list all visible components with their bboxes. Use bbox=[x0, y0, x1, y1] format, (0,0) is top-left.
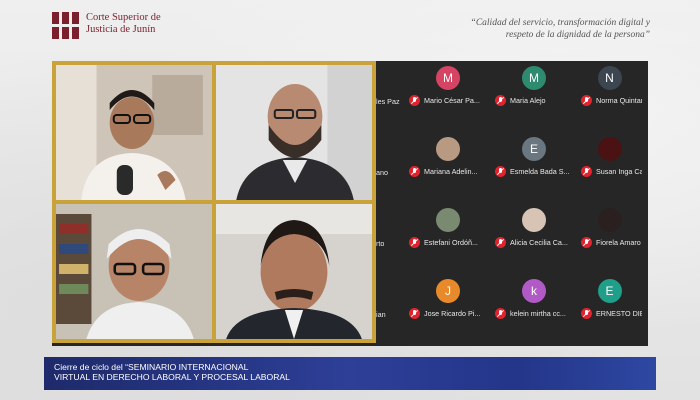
event-banner: Cierre de ciclo del “SEMINARIO INTERNACI… bbox=[44, 357, 656, 390]
participant-tile[interactable]: les Paz bbox=[376, 61, 405, 132]
participant-name: Mariana Adelin... bbox=[424, 167, 478, 176]
participant-tile[interactable]: M Mario César Pa... bbox=[405, 61, 491, 132]
muted-mic-icon bbox=[581, 166, 592, 177]
participant-tile[interactable]: Susan Inga Ca... bbox=[577, 132, 642, 203]
participant-avatar: M bbox=[522, 66, 546, 90]
video-tile-speaker-3[interactable] bbox=[56, 204, 212, 339]
participant-name-row: Susan Inga Ca... bbox=[581, 166, 642, 177]
participant-avatar: M bbox=[436, 66, 460, 90]
participant-name: les Paz bbox=[376, 97, 400, 106]
muted-mic-icon bbox=[495, 166, 506, 177]
muted-mic-icon bbox=[581, 308, 592, 319]
participant-name-row: Maria Alejo bbox=[495, 95, 577, 106]
participant-name-row: Norma Quintan bbox=[581, 95, 642, 106]
participant-name: Norma Quintan bbox=[596, 96, 642, 105]
participant-tile[interactable]: Estefani Ordóñ... bbox=[405, 203, 491, 274]
participant-photo bbox=[597, 137, 622, 161]
court-name-line1: Corte Superior de bbox=[86, 12, 161, 23]
participant-name: Fiorela Amaro bbox=[596, 238, 641, 247]
participant-tile[interactable]: Fiorela Amaro bbox=[577, 203, 642, 274]
participant-tile[interactable]: J Jose Ricardo Pi... bbox=[405, 274, 491, 345]
court-emblem-icon bbox=[52, 12, 80, 40]
participant-name-row: ERNESTO DIES bbox=[581, 308, 642, 319]
participant-name: Alicia Cecilia Ca... bbox=[510, 238, 568, 247]
muted-mic-icon bbox=[581, 237, 592, 248]
participant-name: Susan Inga Ca... bbox=[596, 167, 642, 176]
participant-tile[interactable]: k kelein mirtha cc... bbox=[491, 274, 577, 345]
video-tile-speaker-4[interactable] bbox=[216, 204, 372, 339]
participant-avatar: J bbox=[436, 279, 460, 303]
muted-mic-icon bbox=[495, 237, 506, 248]
participant-avatar: k bbox=[522, 279, 546, 303]
participant-tile[interactable]: ian bbox=[376, 274, 405, 345]
participant-name: kelein mirtha cc... bbox=[510, 309, 566, 318]
participant-name-row: Mario César Pa... bbox=[409, 95, 491, 106]
participant-name: Esmelda Bada S... bbox=[510, 167, 570, 176]
participant-gallery: les Paz M Mario César Pa... M Maria Alejo N No… bbox=[376, 61, 642, 346]
participant-name-row: kelein mirtha cc... bbox=[495, 308, 577, 319]
participant-name-row: ano bbox=[376, 168, 405, 177]
video-tile-speaker-1[interactable] bbox=[56, 65, 212, 200]
participant-tile[interactable]: M Maria Alejo bbox=[491, 61, 577, 132]
muted-mic-icon bbox=[409, 237, 420, 248]
muted-mic-icon bbox=[495, 308, 506, 319]
participant-name: Estefani Ordóñ... bbox=[424, 238, 478, 247]
participant-avatar: E bbox=[597, 279, 622, 303]
participant-tile[interactable]: N Norma Quintan bbox=[577, 61, 642, 132]
muted-mic-icon bbox=[495, 95, 506, 106]
participant-tile[interactable]: Mariana Adelin... bbox=[405, 132, 491, 203]
speaker-4-video bbox=[216, 204, 372, 339]
participant-name-row: les Paz bbox=[376, 97, 405, 106]
participant-avatar: N bbox=[597, 66, 622, 90]
participant-avatar: E bbox=[522, 137, 546, 161]
motto-line1: “Calidad del servicio, transformación di… bbox=[470, 18, 650, 28]
court-name: Corte Superior de Justicia de Junín bbox=[86, 12, 161, 36]
participant-name: ERNESTO DIES bbox=[596, 309, 642, 318]
motto-line2: respeto de la dignidad de la persona” bbox=[505, 30, 650, 40]
participant-photo bbox=[597, 208, 622, 232]
participant-photo bbox=[522, 208, 546, 232]
court-logo: Corte Superior de Justicia de Junín bbox=[52, 12, 161, 40]
participant-name: ano bbox=[376, 168, 388, 177]
muted-mic-icon bbox=[409, 95, 420, 106]
speaker-3-video bbox=[56, 204, 212, 339]
participant-name-row: ian bbox=[376, 310, 405, 319]
participant-tile[interactable]: Alicia Cecilia Ca... bbox=[491, 203, 577, 274]
participant-tile[interactable]: ano bbox=[376, 132, 405, 203]
muted-mic-icon bbox=[409, 308, 420, 319]
participant-tile[interactable]: E Esmelda Bada S... bbox=[491, 132, 577, 203]
participant-name-row: Mariana Adelin... bbox=[409, 166, 491, 177]
video-tile-speaker-2[interactable] bbox=[216, 65, 372, 200]
participant-name-row: Esmelda Bada S... bbox=[495, 166, 577, 177]
motto: “Calidad del servicio, transformación di… bbox=[450, 17, 650, 41]
participant-name-row: Estefani Ordóñ... bbox=[409, 237, 491, 248]
participant-name-row: rto bbox=[376, 239, 405, 248]
court-name-line2: Justicia de Junín bbox=[86, 24, 156, 35]
participant-name: Mario César Pa... bbox=[424, 96, 480, 105]
muted-mic-icon bbox=[581, 95, 592, 106]
speaker-1-video bbox=[56, 65, 212, 200]
participant-name-row: Alicia Cecilia Ca... bbox=[495, 237, 577, 248]
participant-photo bbox=[436, 208, 460, 232]
participant-name: Jose Ricardo Pi... bbox=[424, 309, 481, 318]
participant-tile[interactable]: E ERNESTO DIES bbox=[577, 274, 642, 345]
participant-name-row: Fiorela Amaro bbox=[581, 237, 642, 248]
banner-accent bbox=[516, 357, 656, 390]
participant-name-row: Jose Ricardo Pi... bbox=[409, 308, 491, 319]
participant-name: rto bbox=[376, 239, 385, 248]
muted-mic-icon bbox=[409, 166, 420, 177]
speaker-2-video bbox=[216, 65, 372, 200]
participant-name: Maria Alejo bbox=[510, 96, 546, 105]
participant-tile[interactable]: rto bbox=[376, 203, 405, 274]
speaker-video-grid bbox=[52, 61, 376, 343]
participant-name: ian bbox=[376, 310, 386, 319]
participant-photo bbox=[436, 137, 460, 161]
